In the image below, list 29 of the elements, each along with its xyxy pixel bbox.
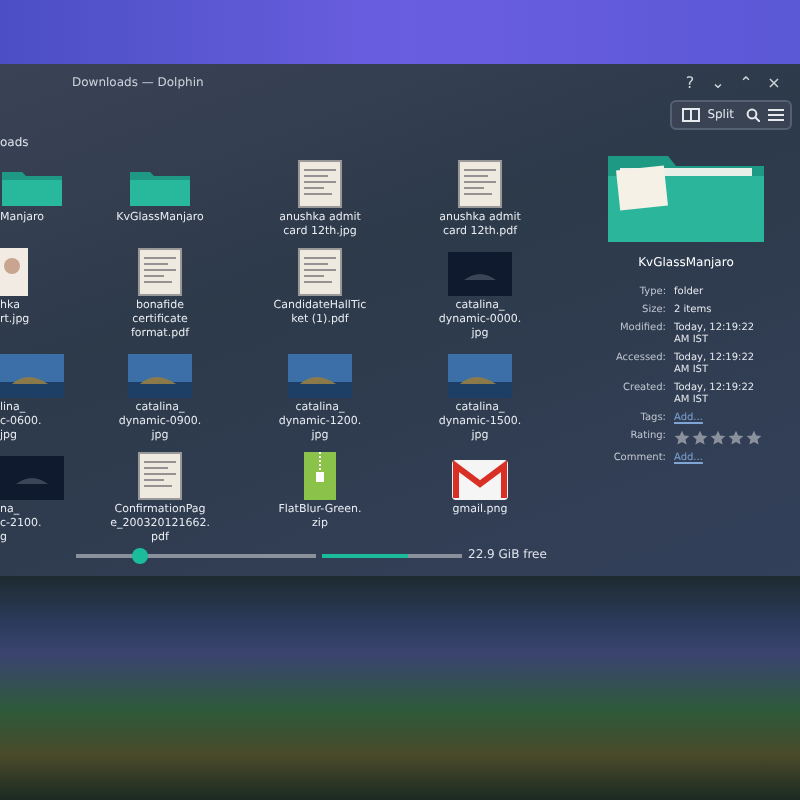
window-control-button[interactable]: ⌄ xyxy=(704,73,732,91)
window-control-button[interactable]: × xyxy=(760,73,788,91)
landscape-thumbnail-icon xyxy=(0,456,64,500)
window-control-button[interactable]: ⌃ xyxy=(732,73,760,91)
folder-icon xyxy=(0,168,64,208)
folder-icon xyxy=(128,168,192,208)
landscape-thumbnail-icon xyxy=(128,354,192,398)
window-control-button[interactable]: ? xyxy=(676,73,704,91)
document-thumbnail-icon xyxy=(138,248,182,296)
menu-icon[interactable] xyxy=(768,108,784,122)
landscape-thumbnail-icon xyxy=(0,354,64,398)
document-thumbnail-icon xyxy=(298,248,342,296)
document-thumbnail-icon xyxy=(298,160,342,208)
search-icon[interactable] xyxy=(746,108,760,122)
landscape-thumbnail-icon xyxy=(448,252,512,296)
document-thumbnail-icon xyxy=(458,160,502,208)
zip-archive-icon xyxy=(304,452,336,500)
star-icon[interactable] xyxy=(692,430,708,446)
mail-envelope-icon xyxy=(452,460,508,500)
landscape-thumbnail-icon xyxy=(448,354,512,398)
star-icon[interactable] xyxy=(710,430,726,446)
split-view-icon xyxy=(681,108,700,122)
star-icon[interactable] xyxy=(746,430,762,446)
star-icon[interactable] xyxy=(728,430,744,446)
document-thumbnail-icon xyxy=(0,248,28,296)
document-thumbnail-icon xyxy=(138,452,182,500)
star-icon[interactable] xyxy=(674,430,690,446)
landscape-thumbnail-icon xyxy=(288,354,352,398)
folder-preview-icon xyxy=(604,152,768,244)
